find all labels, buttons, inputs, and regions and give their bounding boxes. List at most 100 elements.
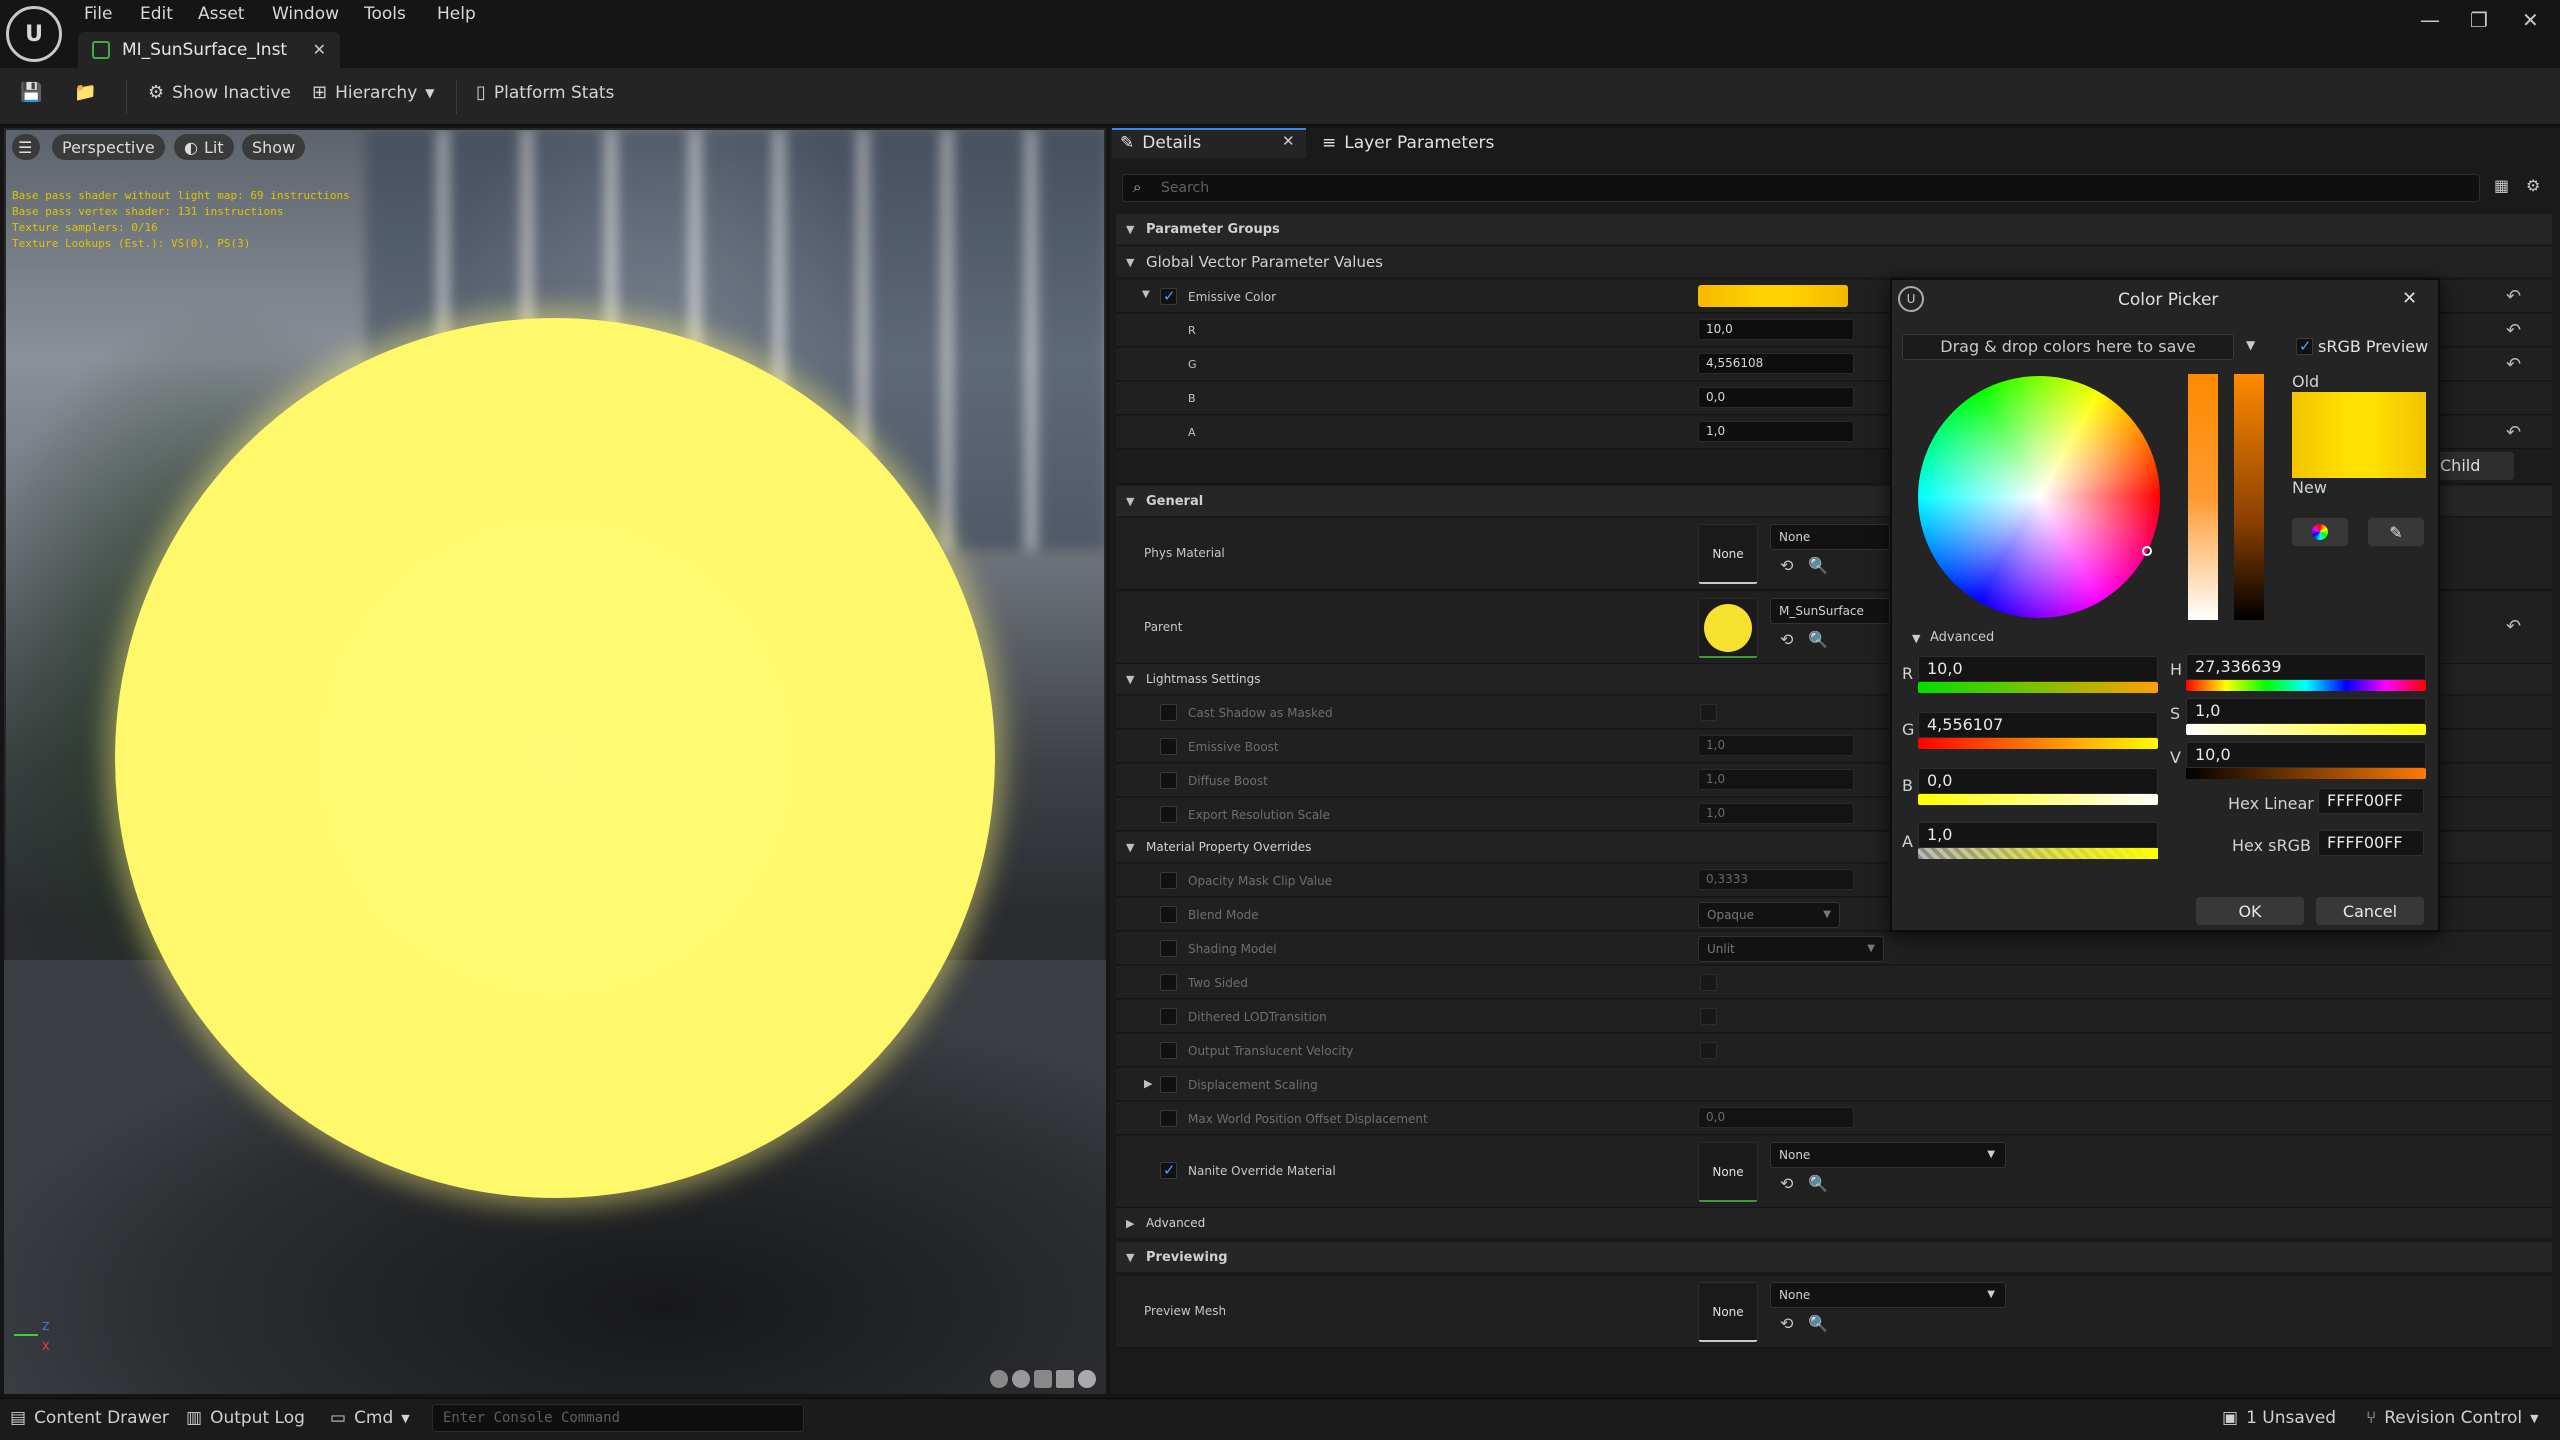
close-tab-icon[interactable]: ✕ bbox=[313, 40, 326, 59]
value-slider[interactable] bbox=[2234, 374, 2264, 620]
hex-srgb-input[interactable]: FFFF00FF bbox=[2318, 830, 2424, 856]
nanite-thumbnail[interactable]: None bbox=[1698, 1142, 1758, 1202]
override-checkbox[interactable] bbox=[1160, 1076, 1177, 1093]
browse-asset-icon[interactable]: 🔍 bbox=[1808, 630, 1828, 649]
reset-icon[interactable]: ↶ bbox=[2506, 286, 2521, 307]
close-picker-icon[interactable]: ✕ bbox=[2402, 288, 2417, 309]
color-theme-button[interactable] bbox=[2292, 518, 2348, 546]
expand-arrow-icon[interactable]: ▼ bbox=[1912, 632, 1920, 645]
g-value-field[interactable]: 4,556108 bbox=[1698, 353, 1854, 374]
override-checkbox[interactable] bbox=[1160, 1110, 1177, 1127]
override-checkbox[interactable] bbox=[1160, 704, 1177, 721]
browse-asset-icon[interactable]: 🔍 bbox=[1808, 1314, 1828, 1333]
category-parameter-groups[interactable]: ▼ Parameter Groups bbox=[1116, 214, 2552, 244]
plane-icon[interactable] bbox=[1034, 1370, 1052, 1388]
restore-icon[interactable]: ❐ bbox=[2470, 8, 2488, 32]
content-drawer-button[interactable]: ▤ Content Drawer bbox=[10, 1408, 169, 1428]
override-checkbox[interactable] bbox=[1160, 940, 1177, 957]
reset-icon[interactable]: ↶ bbox=[2506, 354, 2521, 375]
create-child-button[interactable]: Child bbox=[2432, 452, 2514, 480]
menu-window[interactable]: Window bbox=[272, 4, 339, 24]
reset-icon[interactable]: ↶ bbox=[2506, 320, 2521, 341]
ok-button[interactable]: OK bbox=[2196, 897, 2304, 925]
use-selected-icon[interactable]: ⟲ bbox=[1780, 1174, 1793, 1193]
unreal-logo-icon[interactable]: U bbox=[6, 6, 62, 62]
chevron-down-icon[interactable]: ▼ bbox=[2246, 338, 2255, 352]
use-selected-icon[interactable]: ⟲ bbox=[1780, 1314, 1793, 1333]
perspective-button[interactable]: Perspective bbox=[52, 134, 165, 160]
a-slider[interactable] bbox=[1918, 848, 2158, 859]
s-input[interactable]: 1,0 bbox=[2186, 698, 2426, 724]
srgb-preview-checkbox[interactable] bbox=[2296, 338, 2313, 355]
details-tab[interactable]: ✎ Details bbox=[1120, 128, 1201, 158]
b-value-field[interactable]: 0,0 bbox=[1698, 387, 1854, 408]
nanite-combo[interactable]: None ▼ bbox=[1770, 1142, 2006, 1168]
cylinder-icon[interactable] bbox=[990, 1370, 1008, 1388]
emissive-override-checkbox[interactable] bbox=[1160, 288, 1177, 305]
b-input[interactable]: 0,0 bbox=[1918, 768, 2158, 794]
menu-file[interactable]: File bbox=[84, 4, 112, 24]
g-slider[interactable] bbox=[1918, 738, 2158, 749]
emissive-color-swatch[interactable] bbox=[1698, 285, 1848, 307]
category-previewing[interactable]: ▼ Previewing bbox=[1116, 1242, 2552, 1272]
r-value-field[interactable]: 10,0 bbox=[1698, 319, 1854, 340]
settings-gear-icon[interactable]: ⚙ bbox=[2526, 176, 2540, 195]
hierarchy-button[interactable]: ⊞ Hierarchy ▼ bbox=[312, 82, 435, 103]
v-slider[interactable] bbox=[2186, 768, 2426, 779]
teapot-icon[interactable] bbox=[1078, 1370, 1096, 1388]
g-input[interactable]: 4,556107 bbox=[1918, 712, 2158, 738]
cancel-button[interactable]: Cancel bbox=[2316, 897, 2424, 925]
revision-control-button[interactable]: ⑂ Revision Control ▼ bbox=[2366, 1408, 2539, 1428]
override-checkbox[interactable] bbox=[1160, 806, 1177, 823]
close-window-icon[interactable]: ✕ bbox=[2522, 8, 2539, 32]
details-search-input[interactable]: ⌕ Search bbox=[1122, 174, 2480, 202]
table-view-icon[interactable]: ▦ bbox=[2494, 176, 2509, 195]
category-advanced[interactable]: ▶ Advanced bbox=[1116, 1208, 2552, 1238]
menu-help[interactable]: Help bbox=[437, 4, 476, 24]
parent-thumbnail[interactable] bbox=[1698, 598, 1758, 658]
lit-button[interactable]: ◐ Lit bbox=[174, 134, 234, 160]
save-icon[interactable]: 💾 bbox=[20, 82, 50, 103]
override-checkbox[interactable] bbox=[1160, 1008, 1177, 1025]
browse-asset-icon[interactable]: 🔍 bbox=[1808, 1174, 1828, 1193]
override-checkbox[interactable] bbox=[1160, 738, 1177, 755]
viewport-menu-icon[interactable]: ☰ bbox=[12, 134, 40, 160]
preview-mesh-combo[interactable]: None ▼ bbox=[1770, 1282, 2006, 1308]
menu-tools[interactable]: Tools bbox=[364, 4, 406, 24]
menu-edit[interactable]: Edit bbox=[140, 4, 173, 24]
reset-icon[interactable]: ↶ bbox=[2506, 422, 2521, 443]
use-selected-icon[interactable]: ⟲ bbox=[1780, 556, 1793, 575]
asset-tab[interactable]: MI_SunSurface_Inst ✕ bbox=[78, 32, 340, 68]
menu-asset[interactable]: Asset bbox=[198, 4, 244, 24]
minimize-icon[interactable]: — bbox=[2420, 8, 2440, 32]
a-input[interactable]: 1,0 bbox=[1918, 822, 2158, 848]
h-input[interactable]: 27,336639 bbox=[2186, 654, 2426, 680]
override-checkbox[interactable] bbox=[1160, 906, 1177, 923]
color-wheel[interactable] bbox=[1918, 376, 2160, 618]
parent-combo[interactable]: M_SunSurface bbox=[1770, 598, 1890, 624]
r-input[interactable]: 10,0 bbox=[1918, 656, 2158, 682]
browse-asset-icon[interactable]: 🔍 bbox=[1808, 556, 1828, 575]
use-selected-icon[interactable]: ⟲ bbox=[1780, 630, 1793, 649]
show-button[interactable]: Show bbox=[242, 134, 306, 160]
a-value-field[interactable]: 1,0 bbox=[1698, 421, 1854, 442]
h-slider[interactable] bbox=[2186, 680, 2426, 691]
eyedropper-button[interactable]: ✎ bbox=[2368, 518, 2424, 546]
b-slider[interactable] bbox=[1918, 794, 2158, 805]
expand-arrow-icon[interactable]: ▶ bbox=[1144, 1077, 1152, 1090]
override-checkbox[interactable] bbox=[1160, 872, 1177, 889]
show-inactive-button[interactable]: ⚙ Show Inactive bbox=[148, 82, 291, 103]
phys-material-combo[interactable]: None bbox=[1770, 524, 1890, 550]
s-slider[interactable] bbox=[2186, 724, 2426, 735]
nanite-override-checkbox[interactable] bbox=[1160, 1162, 1177, 1179]
override-checkbox[interactable] bbox=[1160, 772, 1177, 789]
color-wheel-handle[interactable] bbox=[2142, 546, 2152, 556]
platform-stats-button[interactable]: ▯ Platform Stats bbox=[476, 82, 614, 103]
phys-material-thumbnail[interactable]: None bbox=[1698, 524, 1758, 584]
saturation-slider[interactable] bbox=[2188, 374, 2218, 620]
cube-icon[interactable] bbox=[1056, 1370, 1074, 1388]
browse-icon[interactable]: 📁 bbox=[74, 82, 104, 103]
preview-mesh-thumbnail[interactable]: None bbox=[1698, 1282, 1758, 1342]
hex-linear-input[interactable]: FFFF00FF bbox=[2318, 788, 2424, 814]
color-swatch-drop-zone[interactable]: Drag & drop colors here to save bbox=[1902, 334, 2234, 360]
